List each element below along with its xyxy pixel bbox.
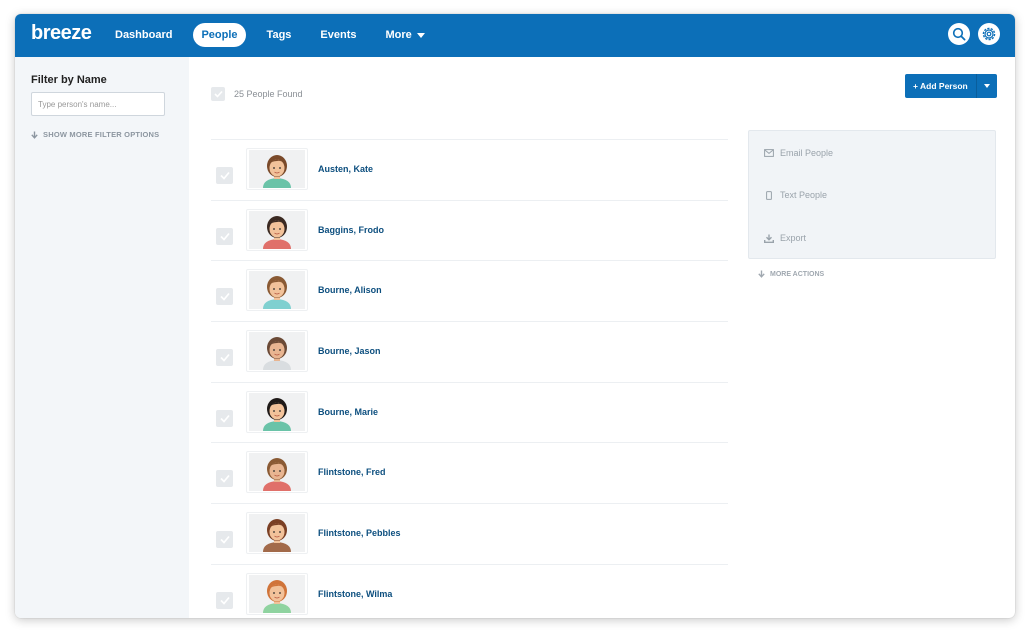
person-avatar[interactable] <box>246 512 308 555</box>
download-icon <box>763 234 775 243</box>
show-more-filters-label: SHOW MORE FILTER OPTIONS <box>43 130 160 139</box>
check-icon <box>219 232 230 241</box>
bulk-actions-panel: Email People Text People Export <box>748 130 996 259</box>
show-more-filters-link[interactable]: SHOW MORE FILTER OPTIONS <box>31 130 159 139</box>
person-row: Flintstone, Fred <box>211 443 728 505</box>
person-row: Flintstone, Pebbles <box>211 504 728 565</box>
text-people-label: Text People <box>780 190 828 200</box>
person-row: Bourne, Jason <box>211 322 728 383</box>
person-avatar[interactable] <box>246 390 308 433</box>
check-icon <box>219 354 230 362</box>
add-person-button-group: + Add Person <box>905 74 997 98</box>
add-person-button[interactable]: + Add Person <box>905 74 977 98</box>
avatar-image <box>249 210 305 249</box>
person-name-link[interactable]: Austen, Kate <box>318 164 373 174</box>
person-checkbox[interactable] <box>216 409 233 427</box>
avatar-image <box>249 271 305 310</box>
people-found-bar: 25 People Found <box>211 87 303 101</box>
settings-button[interactable] <box>978 23 1000 45</box>
top-navigation-bar: breeze Dashboard People Tags Events More <box>15 14 1015 57</box>
person-checkbox[interactable] <box>216 349 233 367</box>
person-checkbox[interactable] <box>216 288 233 306</box>
person-checkbox[interactable] <box>216 531 233 549</box>
person-row: Bourne, Marie <box>211 383 728 444</box>
avatar-image <box>249 574 305 613</box>
chevron-down-icon <box>416 32 425 38</box>
select-all-checkbox[interactable] <box>211 87 225 101</box>
person-checkbox[interactable] <box>216 167 233 184</box>
person-name-link[interactable]: Baggins, Frodo <box>318 225 384 235</box>
envelope-icon <box>763 149 775 157</box>
check-icon <box>219 536 230 544</box>
arrow-down-icon <box>758 270 765 278</box>
nav-people[interactable]: People <box>193 23 246 47</box>
person-row: Flintstone, Wilma <box>211 565 728 618</box>
email-people-action[interactable]: Email People <box>763 148 833 158</box>
text-people-action[interactable]: Text People <box>763 190 827 200</box>
export-action[interactable]: Export <box>763 233 806 243</box>
app-window: breeze Dashboard People Tags Events More <box>15 14 1015 618</box>
nav-dashboard[interactable]: Dashboard <box>107 23 180 47</box>
nav-events[interactable]: Events <box>312 23 364 47</box>
person-name-link[interactable]: Flintstone, Pebbles <box>318 528 401 538</box>
avatar-image <box>249 150 305 188</box>
person-row: Austen, Kate <box>211 140 728 201</box>
people-found-count: 25 People Found <box>234 89 303 99</box>
person-avatar[interactable] <box>246 572 308 615</box>
nav-more-label: More <box>385 29 412 41</box>
person-checkbox[interactable] <box>216 470 233 488</box>
person-avatar[interactable] <box>246 269 308 312</box>
export-label: Export <box>780 233 807 243</box>
avatar-image <box>249 332 305 371</box>
person-name-link[interactable]: Flintstone, Fred <box>318 467 386 477</box>
person-checkbox[interactable] <box>216 227 233 245</box>
arrow-down-icon <box>31 131 38 139</box>
breeze-logo[interactable]: breeze <box>31 22 92 45</box>
check-icon <box>219 171 230 180</box>
search-icon <box>952 27 966 41</box>
person-portrait-icon <box>263 337 291 371</box>
avatar-image <box>249 453 305 492</box>
person-portrait-icon <box>263 579 291 613</box>
filter-sidebar: Filter by Name SHOW MORE FILTER OPTIONS <box>15 57 189 618</box>
check-icon <box>219 596 230 605</box>
person-row: Baggins, Frodo <box>211 201 728 262</box>
check-icon <box>219 414 230 423</box>
filter-title: Filter by Name <box>31 74 107 86</box>
check-icon <box>219 293 230 302</box>
person-avatar[interactable] <box>246 451 308 494</box>
person-portrait-icon <box>263 215 291 249</box>
person-portrait-icon <box>263 397 291 431</box>
person-avatar[interactable] <box>246 148 308 190</box>
person-portrait-icon <box>263 276 291 310</box>
chevron-down-icon <box>983 84 990 88</box>
search-button[interactable] <box>948 23 970 45</box>
person-portrait-icon <box>263 519 291 553</box>
person-name-link[interactable]: Bourne, Jason <box>318 346 381 356</box>
person-avatar[interactable] <box>246 330 308 373</box>
more-actions-link[interactable]: MORE ACTIONS <box>758 270 824 278</box>
nav-tags[interactable]: Tags <box>259 23 300 47</box>
main-nav: Dashboard People Tags Events More <box>107 23 446 47</box>
avatar-image <box>249 514 305 553</box>
gear-icon <box>982 27 996 41</box>
filter-name-input[interactable] <box>31 92 165 116</box>
person-row: Bourne, Alison <box>211 261 728 323</box>
more-actions-label: MORE ACTIONS <box>770 270 825 278</box>
avatar-image <box>249 392 305 431</box>
add-person-dropdown-button[interactable] <box>976 74 997 98</box>
email-people-label: Email People <box>780 148 834 158</box>
people-list: Austen, Kate Baggins, Frodo Bourne, Alison… <box>211 139 728 618</box>
check-icon <box>219 475 230 484</box>
phone-icon <box>763 190 775 200</box>
check-icon <box>213 90 223 98</box>
person-portrait-icon <box>263 458 291 492</box>
person-avatar[interactable] <box>246 208 308 251</box>
person-checkbox[interactable] <box>216 591 233 609</box>
person-name-link[interactable]: Flintstone, Wilma <box>318 589 392 599</box>
person-name-link[interactable]: Bourne, Marie <box>318 407 378 417</box>
person-portrait-icon <box>263 155 291 188</box>
person-name-link[interactable]: Bourne, Alison <box>318 285 382 295</box>
nav-more[interactable]: More <box>377 23 432 47</box>
